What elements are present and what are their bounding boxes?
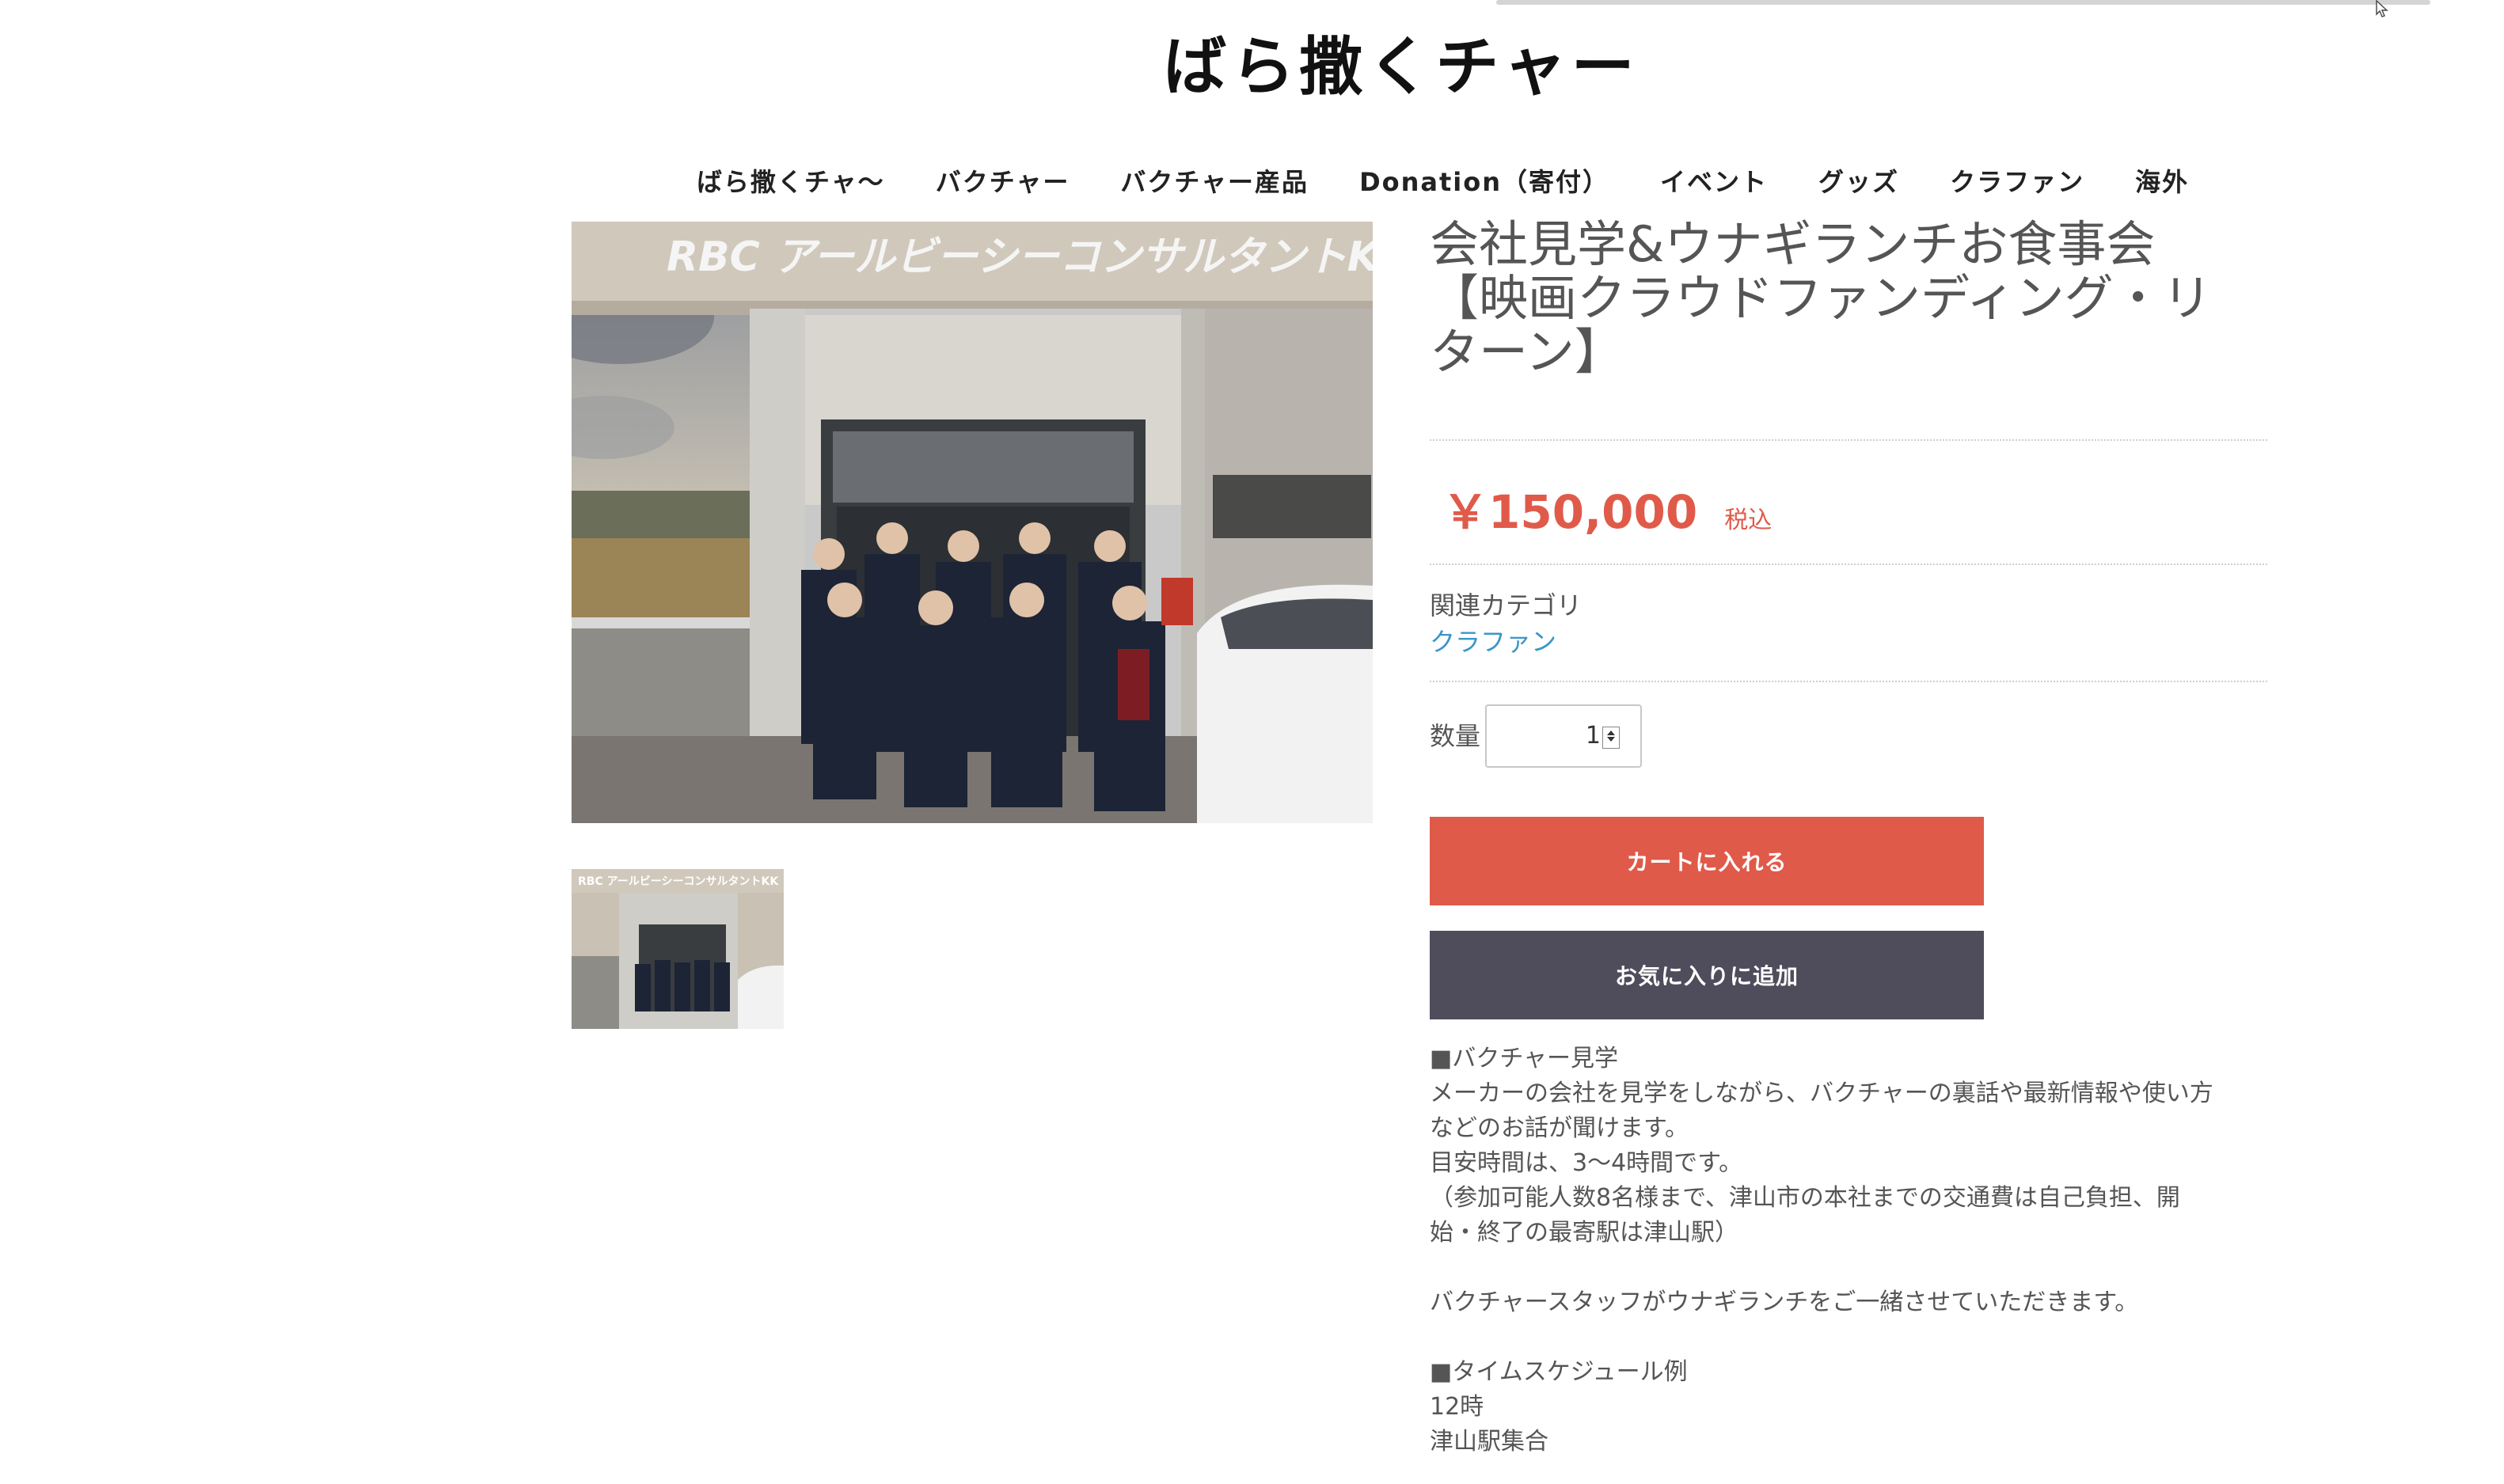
nav-item-event[interactable]: イベント	[1660, 162, 1768, 199]
nav-item-barama[interactable]: ばら撒くチャ〜	[697, 162, 885, 199]
main-nav: ばら撒くチャ〜 バクチャー バクチャー産品 Donation（寄付） イベント …	[697, 158, 2240, 203]
nav-item-bakuchar[interactable]: バクチャー	[936, 162, 1070, 199]
add-to-cart-button[interactable]: カートに入れる	[1430, 817, 1984, 905]
product-description: ■バクチャー見学 メーカーの会社を見学をしながら、バクチャーの裏話や最新情報や使…	[1430, 1042, 2269, 1459]
related-category-label: 関連カテゴリ	[1430, 590, 1583, 621]
mouse-cursor-icon	[2376, 0, 2388, 17]
description-line: バクチャースタッフがウナギランチをご一緒させていただきます。	[1430, 1289, 2139, 1316]
description-line: ■バクチャー見学	[1430, 1045, 1619, 1072]
quantity-spinner[interactable]	[1602, 727, 1620, 749]
description-line: などのお話が聞けます。	[1430, 1114, 1689, 1142]
product-title-line: 会社見学&ウナギランチお食事会	[1430, 215, 2156, 273]
nav-item-donation[interactable]: Donation（寄付）	[1359, 162, 1609, 199]
thumbnail-illustration: RBC アールビーシーコンサルタントKK	[572, 869, 784, 1029]
product-price: ￥150,000	[1442, 485, 1698, 539]
tax-label: 税込	[1724, 507, 1773, 534]
product-title: 会社見学&ウナギランチお食事会 【映画クラウドファンディング・リ ターン】	[1430, 218, 2261, 379]
site-title[interactable]: ばら撒くチャー	[0, 16, 2504, 108]
description-line: メーカーの会社を見学をしながら、バクチャーの裏話や最新情報や使い方	[1430, 1080, 2213, 1107]
category-link-crowdfunding[interactable]: クラファン	[1430, 622, 1556, 659]
group-photo-illustration: RBC アールビーシーコンサルタントKK	[572, 222, 1373, 823]
quantity-stepper[interactable]: 1	[1485, 704, 1642, 768]
nav-item-products[interactable]: バクチャー産品	[1120, 162, 1309, 199]
nav-item-crowdfunding[interactable]: クラファン	[1950, 162, 2084, 199]
product-main-image[interactable]: RBC アールビーシーコンサルタントKK	[572, 222, 1373, 823]
description-line: 目安時間は、3〜4時間です。	[1430, 1149, 1743, 1177]
description-line: （参加可能人数8名様まで、津山市の本社までの交通費は自己負担、開	[1430, 1184, 2180, 1212]
description-line: 始・終了の最寄駅は津山駅）	[1430, 1219, 1738, 1247]
quantity-label: 数量	[1430, 721, 1481, 751]
add-to-favorites-button[interactable]: お気に入りに追加	[1430, 931, 1984, 1019]
description-line	[1430, 1251, 2269, 1285]
product-title-line: 【映画クラウドファンディング・リ	[1430, 269, 2212, 327]
divider	[1430, 439, 2267, 441]
description-line: ■タイムスケジュール例	[1430, 1358, 1688, 1386]
spinner-down-icon[interactable]	[1607, 737, 1615, 742]
description-line	[1430, 1320, 2269, 1355]
divider	[1430, 564, 2267, 565]
nav-item-overseas[interactable]: 海外	[2135, 162, 2189, 199]
horizontal-scrollbar[interactable]	[1496, 0, 2430, 5]
product-thumbnail[interactable]: RBC アールビーシーコンサルタントKK	[572, 869, 784, 1029]
spinner-up-icon[interactable]	[1607, 731, 1615, 735]
quantity-value[interactable]: 1	[1586, 722, 1601, 750]
price-row: ￥150,000 税込	[1442, 475, 1772, 541]
browser-top-strip	[0, 0, 2504, 14]
description-line: 津山駅集合	[1430, 1428, 1548, 1456]
svg-text:RBC アールビーシーコンサルタントKK: RBC アールビーシーコンサルタントKK	[667, 233, 1373, 281]
divider	[1430, 681, 2267, 682]
svg-text:RBC アールビーシーコンサルタントKK: RBC アールビーシーコンサルタントKK	[578, 875, 779, 888]
product-title-line: ターン】	[1430, 323, 1624, 381]
nav-item-goods[interactable]: グッズ	[1818, 162, 1899, 199]
description-line: 12時	[1430, 1393, 1484, 1421]
